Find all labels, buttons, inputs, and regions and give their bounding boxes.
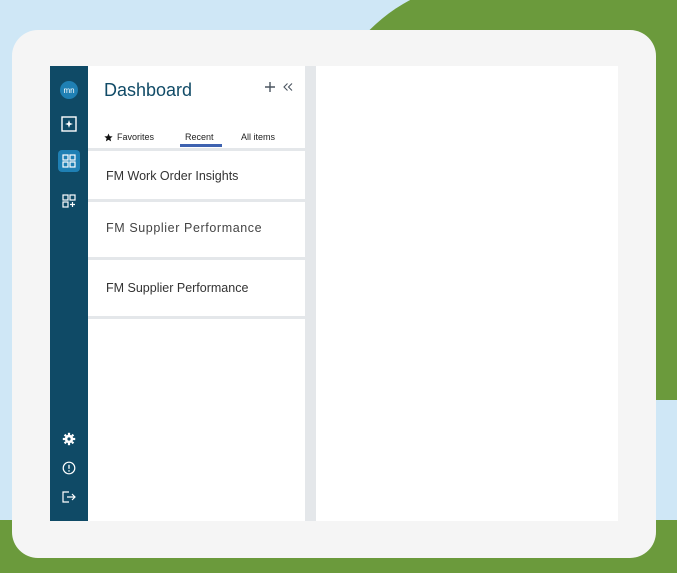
settings-icon (62, 432, 76, 446)
list-item-label: FM Work Order Insights (106, 169, 239, 183)
info-icon (62, 461, 76, 475)
info-button[interactable] (58, 457, 80, 479)
logo-icon: mn (60, 81, 78, 99)
panel-actions (264, 81, 294, 93)
logout-icon (62, 491, 76, 503)
list-item[interactable]: FM Supplier Performance (88, 260, 305, 316)
list-item-label: FM Supplier Performance (106, 281, 249, 295)
sparkle-icon (61, 116, 77, 132)
app-window: mn Dashboard Favorites Recent All items … (50, 66, 618, 521)
list-item-label: FM Supplier Performance (106, 221, 263, 235)
tab-recent[interactable]: Recent (185, 132, 214, 142)
add-widget-button[interactable] (58, 190, 80, 212)
tab-recent-label: Recent (185, 132, 214, 142)
collapse-panel-button[interactable] (282, 81, 294, 93)
list-item[interactable]: FM Supplier Performance (88, 202, 305, 257)
add-dashboard-button[interactable] (264, 81, 276, 93)
dashboard-panel: Dashboard Favorites Recent All items FM … (88, 66, 305, 521)
icon-rail: mn (50, 66, 88, 521)
ai-assistant-button[interactable] (58, 113, 80, 135)
add-widget-icon (62, 194, 76, 208)
logo-button[interactable]: mn (58, 79, 80, 101)
settings-button[interactable] (58, 428, 80, 450)
plus-icon (265, 82, 275, 92)
panel-splitter[interactable] (305, 66, 316, 521)
active-tab-underline (180, 144, 222, 147)
main-content (316, 66, 618, 521)
list-item[interactable]: FM Work Order Insights (88, 151, 305, 199)
tab-favorites-label: Favorites (117, 132, 155, 142)
tab-all-items[interactable]: All items (241, 132, 275, 142)
star-icon (104, 132, 113, 141)
tab-favorites[interactable]: Favorites (104, 132, 154, 142)
dashboard-grid-icon (62, 154, 76, 168)
logo-text: mn (63, 86, 74, 95)
double-chevron-left-icon (283, 83, 293, 91)
logout-button[interactable] (58, 486, 80, 508)
dashboards-button[interactable] (58, 150, 80, 172)
panel-title: Dashboard (104, 80, 193, 100)
list-divider (88, 316, 305, 319)
panel-tabs: Favorites Recent All items (88, 132, 305, 148)
tab-all-items-label: All items (241, 132, 276, 142)
